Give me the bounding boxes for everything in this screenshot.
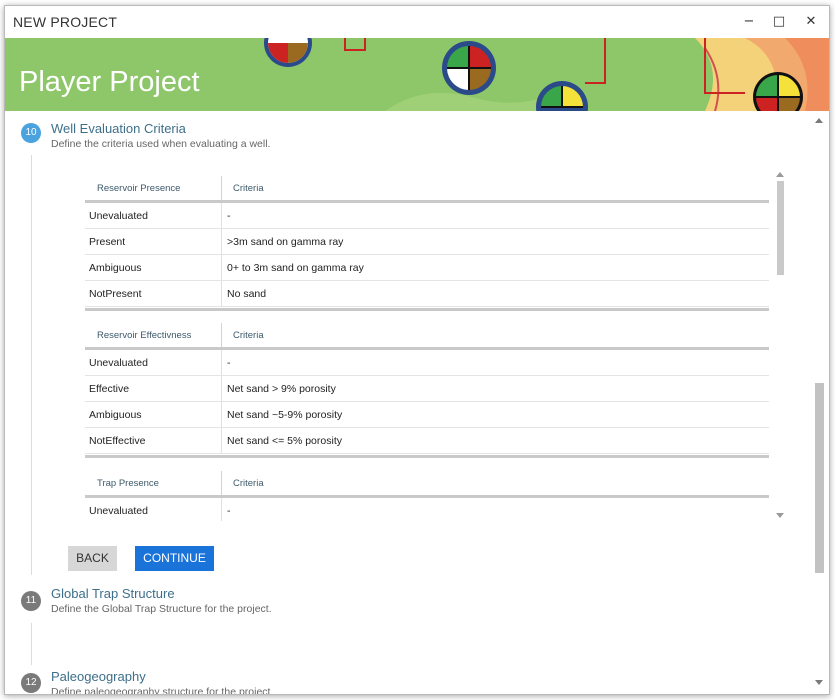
row-label: Ambiguous [89,409,142,421]
step-10-description: Define the criteria used when evaluating… [51,138,271,150]
row-criteria: 0+ to 3m sand on gamma ray [227,262,364,274]
step-12-description: Define paleogeography structure for the … [51,686,274,694]
table-row[interactable]: Unevaluated - [85,203,769,229]
scrollbar-thumb [815,383,824,573]
row-criteria: Net sand ~5-9% porosity [227,409,343,421]
table-row[interactable]: NotEffective Net sand <= 5% porosity [85,428,769,454]
dialog-scrollbar[interactable] [810,111,829,694]
table-row[interactable]: NotPresent No sand [85,281,769,307]
table-row[interactable]: Ambiguous Net sand ~5-9% porosity [85,402,769,428]
scroll-up-icon [815,118,823,123]
reservoir-effectiveness-table: Reservoir Effectivness Criteria Unevalua… [85,323,769,458]
row-criteria: No sand [227,288,267,300]
maximize-icon[interactable]: □ [769,12,789,32]
minimize-icon[interactable]: − [739,12,759,32]
continue-button[interactable]: CONTINUE [135,546,214,571]
step-12-title[interactable]: Paleogeography [51,669,146,684]
window-title: NEW PROJECT [13,14,118,30]
row-label: NotPresent [89,288,142,300]
header-reservoir-effectiveness: Reservoir Effectivness [97,330,192,341]
header-criteria: Criteria [233,183,264,194]
step-connector-line [31,623,32,665]
table-row[interactable]: Unevaluated - [85,350,769,376]
table-header: Trap Presence Criteria [85,471,769,498]
scroll-down-icon [815,680,823,685]
row-criteria: - [227,210,231,222]
scroll-up-icon [776,172,784,177]
row-criteria: Net sand > 9% porosity [227,383,336,395]
step-12-number: 12 [21,673,41,693]
close-icon[interactable]: ✕ [801,12,821,32]
table-row[interactable]: Unevaluated - [85,498,769,521]
wizard-content: 10 Well Evaluation Criteria Define the c… [5,111,810,694]
step-11-number: 11 [21,591,41,611]
title-bar: NEW PROJECT − □ ✕ [5,6,829,38]
trap-presence-table: Trap Presence Criteria Unevaluated - [85,471,769,521]
step-connector-line [31,155,32,575]
table-row[interactable]: Present >3m sand on gamma ray [85,229,769,255]
table-header: Reservoir Effectivness Criteria [85,323,769,350]
scrollbar-thumb [777,181,784,275]
table-row[interactable]: Effective Net sand > 9% porosity [85,376,769,402]
row-criteria: >3m sand on gamma ray [227,236,344,248]
scroll-down-icon [776,513,784,518]
header-criteria: Criteria [233,330,264,341]
step-11-description: Define the Global Trap Structure for the… [51,603,272,615]
row-criteria: - [227,505,231,517]
row-label: Unevaluated [89,210,148,222]
row-label: Effective [89,383,130,395]
project-banner: Player Project [5,38,829,111]
row-criteria: - [227,357,231,369]
back-button[interactable]: BACK [68,546,117,571]
step-10-title[interactable]: Well Evaluation Criteria [51,121,186,136]
header-reservoir-presence: Reservoir Presence [97,183,181,194]
criteria-tables: Reservoir Presence Criteria Unevaluated -… [85,171,785,521]
row-label: Present [89,236,126,248]
row-criteria: Net sand <= 5% porosity [227,435,342,447]
step-11-title[interactable]: Global Trap Structure [51,586,175,601]
row-label: Unevaluated [89,505,148,517]
table-row[interactable]: Ambiguous 0+ to 3m sand on gamma ray [85,255,769,281]
header-criteria: Criteria [233,478,264,489]
tables-scrollbar[interactable] [773,169,787,519]
new-project-dialog: NEW PROJECT − □ ✕ Player Project 10 Well… [4,5,830,695]
row-label: Unevaluated [89,357,148,369]
header-trap-presence: Trap Presence [97,478,159,489]
reservoir-presence-table: Reservoir Presence Criteria Unevaluated -… [85,176,769,311]
row-label: Ambiguous [89,262,142,274]
step-10-number: 10 [21,123,41,143]
table-header: Reservoir Presence Criteria [85,176,769,203]
row-label: NotEffective [89,435,146,447]
banner-title: Player Project [19,66,200,98]
